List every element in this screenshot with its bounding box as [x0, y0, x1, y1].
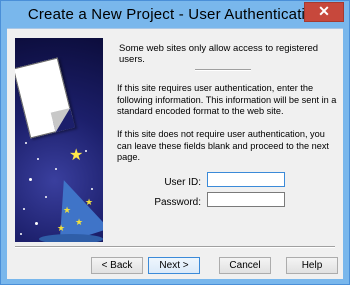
footer-divider [15, 246, 335, 248]
cancel-button[interactable]: Cancel [219, 257, 271, 274]
wizard-hat-icon [41, 171, 103, 242]
no-auth-instructions: If this site does not require user authe… [117, 129, 329, 163]
page-icon [15, 57, 76, 139]
wizard-banner-image: ★ ★ ★ ★ ★ [15, 38, 103, 242]
title-bar[interactable]: Create a New Project - User Authenticati… [1, 1, 349, 27]
close-icon: ✕ [318, 3, 330, 19]
password-label: Password: [154, 197, 201, 208]
divider [195, 69, 251, 71]
intro-text: Some web sites only allow access to regi… [119, 43, 319, 65]
back-button[interactable]: < Back [91, 257, 143, 274]
user-id-input[interactable] [207, 172, 285, 187]
user-id-label: User ID: [164, 177, 201, 188]
help-button[interactable]: Help [286, 257, 338, 274]
wizard-window: Create a New Project - User Authenticati… [0, 0, 350, 285]
password-input[interactable] [207, 192, 285, 207]
next-button[interactable]: Next > [148, 257, 200, 274]
star-icon: ★ [69, 147, 84, 164]
close-button[interactable]: ✕ [304, 2, 344, 22]
window-title: Create a New Project - User Authenticati… [27, 6, 323, 23]
dialog-body: ★ ★ ★ ★ ★ Some web sites only allow acce… [7, 28, 343, 279]
auth-instructions: If this site requires user authenticatio… [117, 83, 337, 117]
